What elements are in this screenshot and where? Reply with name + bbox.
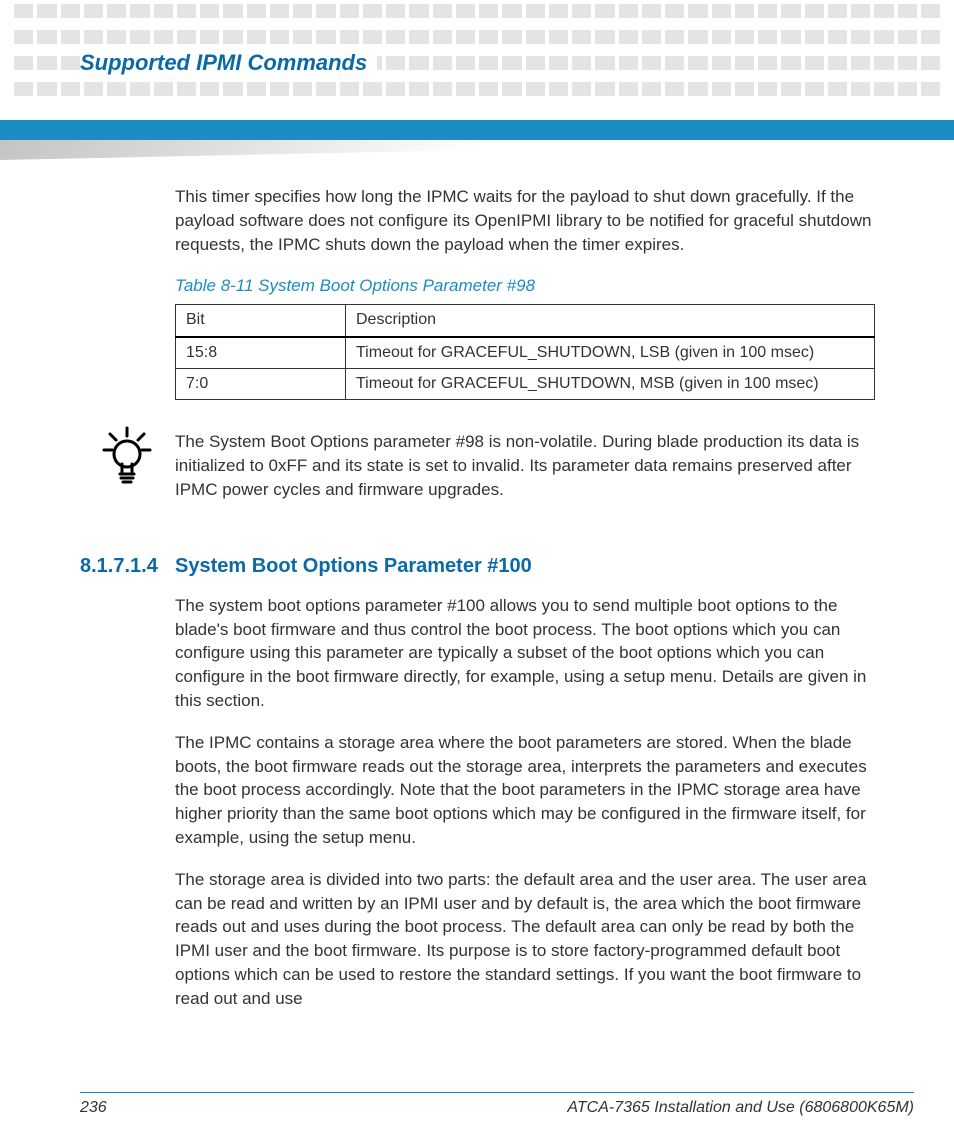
section-number: 8.1.7.1.4	[80, 552, 158, 580]
page-number: 236	[80, 1099, 107, 1117]
table-row: 7:0 Timeout for GRACEFUL_SHUTDOWN, MSB (…	[176, 368, 875, 399]
section-paragraph-3: The storage area is divided into two par…	[175, 868, 875, 1011]
running-header-title: Supported IPMI Commands	[80, 50, 377, 76]
subsection-heading: 8.1.7.1.4 System Boot Options Parameter …	[175, 552, 875, 580]
header-accent-bar	[0, 120, 954, 140]
table-row: 15:8 Timeout for GRACEFUL_SHUTDOWN, LSB …	[176, 337, 875, 369]
tip-note-block: The System Boot Options parameter #98 is…	[175, 430, 875, 501]
table-header-desc: Description	[346, 305, 875, 337]
lightbulb-icon	[100, 426, 154, 486]
intro-paragraph: This timer specifies how long the IPMC w…	[175, 185, 875, 256]
table-header-row: Bit Description	[176, 305, 875, 337]
page-footer: 236 ATCA-7365 Installation and Use (6806…	[80, 1092, 914, 1117]
header-shadow	[0, 140, 954, 160]
tip-paragraph: The System Boot Options parameter #98 is…	[175, 430, 875, 501]
table-caption: Table 8-11 System Boot Options Parameter…	[175, 274, 875, 298]
section-title: System Boot Options Parameter #100	[175, 555, 532, 577]
document-id: ATCA-7365 Installation and Use (6806800K…	[567, 1099, 914, 1117]
cell-bit: 15:8	[176, 337, 346, 369]
decorative-dot-grid	[0, 0, 954, 90]
cell-bit: 7:0	[176, 368, 346, 399]
section-paragraph-1: The system boot options parameter #100 a…	[175, 594, 875, 713]
cell-desc: Timeout for GRACEFUL_SHUTDOWN, MSB (give…	[346, 368, 875, 399]
cell-desc: Timeout for GRACEFUL_SHUTDOWN, LSB (give…	[346, 337, 875, 369]
page-content: This timer specifies how long the IPMC w…	[175, 185, 875, 1029]
table-header-bit: Bit	[176, 305, 346, 337]
section-paragraph-2: The IPMC contains a storage area where t…	[175, 731, 875, 850]
boot-options-param98-table: Bit Description 15:8 Timeout for GRACEFU…	[175, 304, 875, 400]
